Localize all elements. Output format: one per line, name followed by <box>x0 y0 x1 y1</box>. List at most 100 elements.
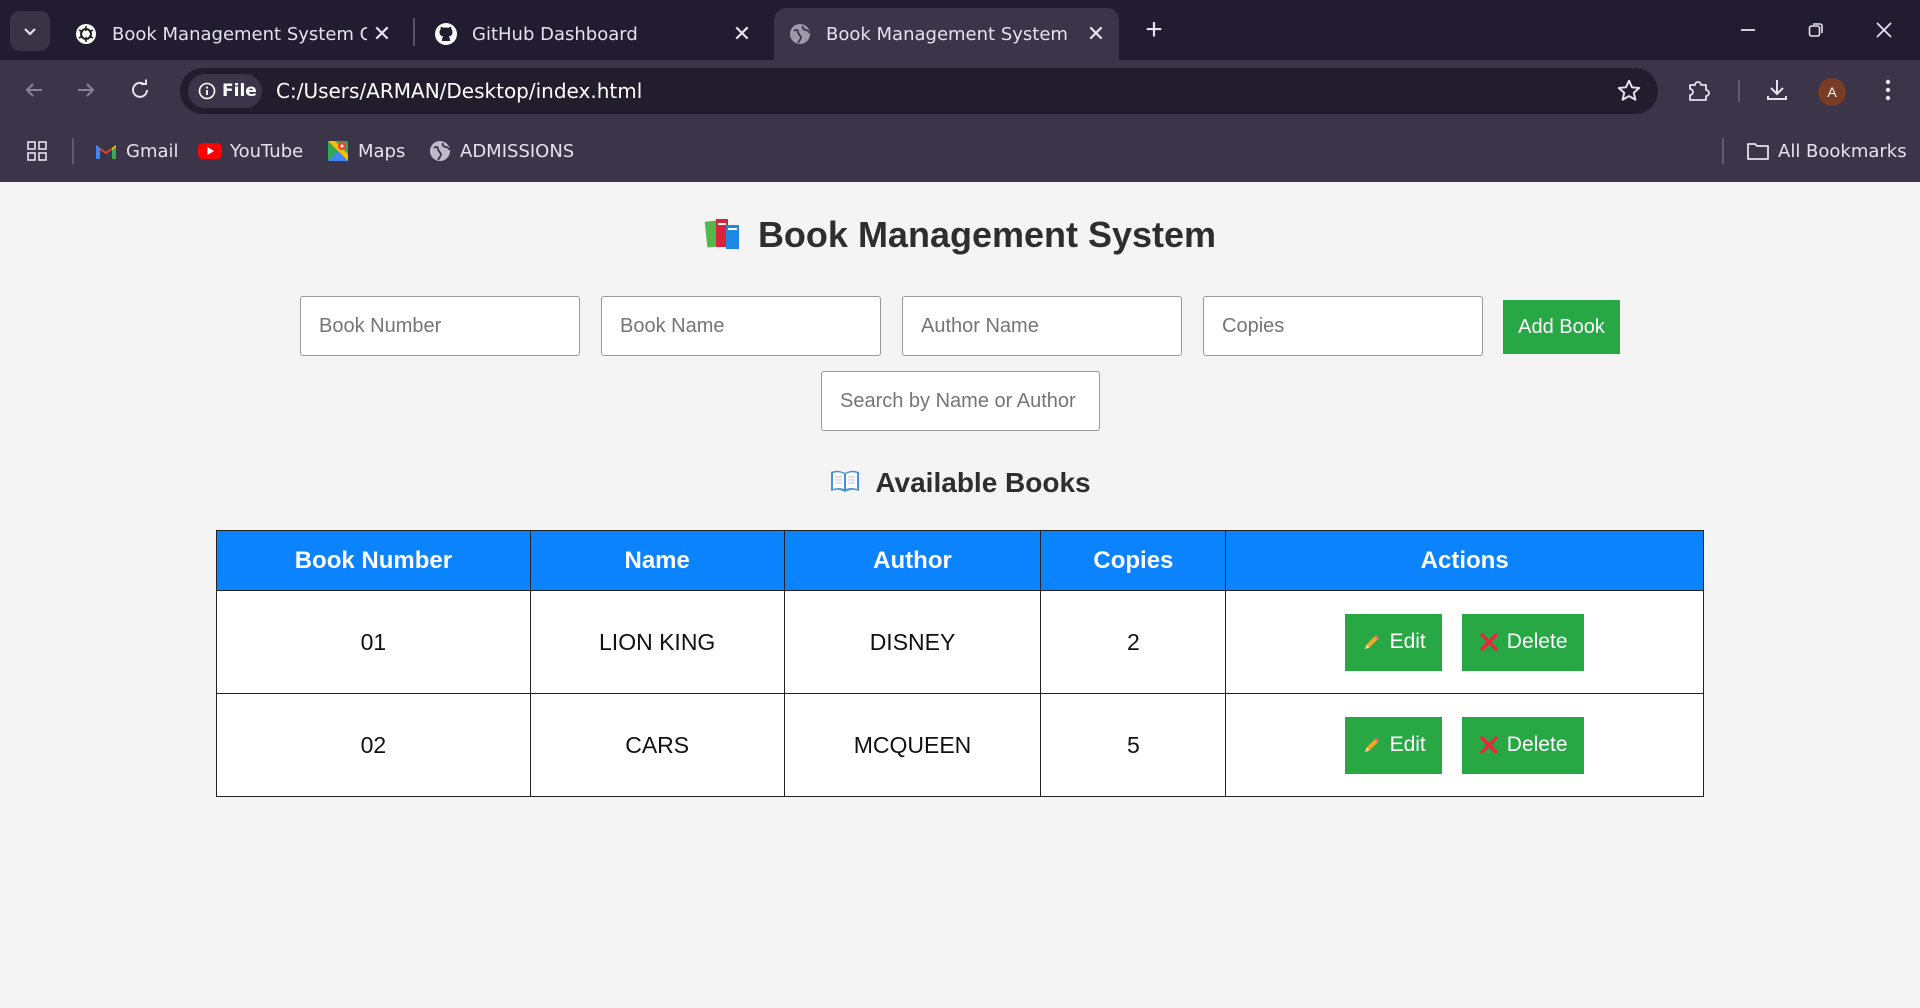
back-button[interactable] <box>14 70 54 110</box>
apps-button[interactable] <box>26 136 48 166</box>
copies-input[interactable] <box>1203 296 1483 356</box>
folder-icon <box>1746 139 1770 163</box>
tab-title: GitHub Dashboard <box>472 23 638 45</box>
url-text[interactable]: C:/Users/ARMAN/Desktop/index.html <box>276 79 642 103</box>
downloads-button[interactable] <box>1759 72 1795 108</box>
bookmark-label: ADMISSIONS <box>460 140 575 162</box>
cell-copies: 5 <box>1040 693 1227 797</box>
pencil-icon <box>1362 735 1382 755</box>
close-tab-icon[interactable]: ✕ <box>1081 19 1111 49</box>
new-tab-button[interactable]: + <box>1136 12 1172 48</box>
cross-mark-icon <box>1479 735 1499 755</box>
tab-title: Book Management System C++ <box>112 23 367 45</box>
tab-book-management-cpp[interactable]: Book Management System C++ ✕ <box>60 8 405 60</box>
gmail-icon <box>94 139 118 163</box>
page-content: Book Management System Add Book Availabl… <box>0 182 1920 1008</box>
edit-button[interactable]: Edit <box>1345 716 1443 774</box>
cell-book-number: 01 <box>216 590 531 694</box>
tab-book-management[interactable]: Book Management System ✕ <box>774 8 1119 60</box>
book-number-input[interactable] <box>300 296 580 356</box>
cell-name: LION KING <box>529 590 785 694</box>
delete-label: Delete <box>1506 630 1568 653</box>
close-icon <box>1876 22 1892 38</box>
bookmark-maps[interactable]: Maps <box>326 136 405 166</box>
search-input[interactable] <box>821 371 1100 431</box>
table-row: 01 LION KING DISNEY 2 Edit Delete <box>216 590 1704 694</box>
globe-icon <box>788 22 812 46</box>
bookmarks-divider <box>72 138 74 164</box>
cell-actions: Edit Delete <box>1225 590 1704 694</box>
edit-label: Edit <box>1389 733 1426 756</box>
cross-mark-icon <box>1479 632 1499 652</box>
arrow-left-icon <box>25 83 42 97</box>
reload-button[interactable] <box>120 70 160 110</box>
cell-author: MCQUEEN <box>783 693 1042 797</box>
open-book-emoji-icon <box>829 468 861 501</box>
globe-icon <box>428 139 452 163</box>
all-bookmarks-label: All Bookmarks <box>1778 140 1907 162</box>
bookmarks-bar: Gmail YouTube Maps ADMISSIONS All Bookma… <box>0 120 1920 182</box>
edit-button[interactable]: Edit <box>1345 613 1443 671</box>
books-emoji-icon <box>704 215 744 260</box>
youtube-icon <box>198 139 222 163</box>
page-title: Book Management System <box>757 214 1217 255</box>
table-header-row: Book Number Name Author Copies Actions <box>216 530 1704 591</box>
file-scheme-label: File <box>222 81 257 101</box>
add-book-button[interactable]: Add Book <box>1503 300 1620 354</box>
bookmarks-divider <box>1722 138 1724 164</box>
minimize-button[interactable] <box>1720 10 1776 50</box>
book-name-input[interactable] <box>601 296 881 356</box>
github-icon <box>434 22 458 46</box>
available-books-title: Available Books <box>875 467 1091 498</box>
delete-button[interactable]: Delete <box>1462 716 1585 774</box>
address-bar[interactable]: File C:/Users/ARMAN/Desktop/index.html <box>180 68 1658 114</box>
bookmark-label: Maps <box>358 140 406 162</box>
bookmark-gmail[interactable]: Gmail <box>94 136 179 166</box>
column-header-name: Name <box>529 530 785 591</box>
maps-icon <box>326 139 350 163</box>
column-header-author: Author <box>783 530 1042 591</box>
menu-button[interactable] <box>1870 72 1906 108</box>
tab-bar: Book Management System C++ ✕ GitHub Dash… <box>0 0 1920 60</box>
browser-toolbar: File C:/Users/ARMAN/Desktop/index.html A <box>0 60 1920 120</box>
cell-book-number: 02 <box>216 693 531 797</box>
delete-label: Delete <box>1506 733 1568 756</box>
minimize-icon <box>1741 29 1755 31</box>
cell-actions: Edit Delete <box>1225 693 1704 797</box>
author-name-input[interactable] <box>902 296 1182 356</box>
all-bookmarks-button[interactable]: All Bookmarks <box>1746 136 1907 166</box>
bookmark-admissions[interactable]: ADMISSIONS <box>428 136 574 166</box>
chevron-down-icon <box>24 28 36 36</box>
edit-label: Edit <box>1389 630 1426 653</box>
download-icon <box>1767 80 1787 100</box>
tab-divider <box>413 18 415 46</box>
cell-author: DISNEY <box>783 590 1042 694</box>
table-row: 02 CARS MCQUEEN 5 Edit Delete <box>216 693 1704 797</box>
column-header-actions: Actions <box>1225 530 1704 591</box>
extensions-button[interactable] <box>1681 72 1717 108</box>
close-tab-icon[interactable]: ✕ <box>367 19 397 49</box>
profile-avatar[interactable]: A <box>1818 78 1846 106</box>
restore-button[interactable] <box>1788 10 1844 50</box>
arrow-right-icon <box>78 83 95 97</box>
kebab-menu-icon <box>1885 79 1891 101</box>
column-header-book-number: Book Number <box>216 530 531 591</box>
bookmark-label: YouTube <box>230 140 304 162</box>
toolbar-divider <box>1738 80 1740 102</box>
site-info-chip[interactable]: File <box>188 74 262 108</box>
reload-icon <box>132 79 148 98</box>
bookmark-star-icon[interactable] <box>1616 78 1642 104</box>
openai-icon <box>74 22 98 46</box>
tab-github-dashboard[interactable]: GitHub Dashboard ✕ <box>420 8 765 60</box>
delete-button[interactable]: Delete <box>1462 613 1585 671</box>
close-tab-icon[interactable]: ✕ <box>727 19 757 49</box>
bookmark-youtube[interactable]: YouTube <box>198 136 303 166</box>
cell-copies: 2 <box>1040 590 1227 694</box>
tab-search-button[interactable] <box>10 11 50 51</box>
forward-button[interactable] <box>66 70 106 110</box>
apps-grid-icon <box>27 141 47 161</box>
close-window-button[interactable] <box>1856 10 1912 50</box>
books-table: Book Number Name Author Copies Actions 0… <box>216 530 1704 797</box>
bookmark-label: Gmail <box>126 140 179 162</box>
available-books-heading: Available Books <box>0 467 1920 501</box>
